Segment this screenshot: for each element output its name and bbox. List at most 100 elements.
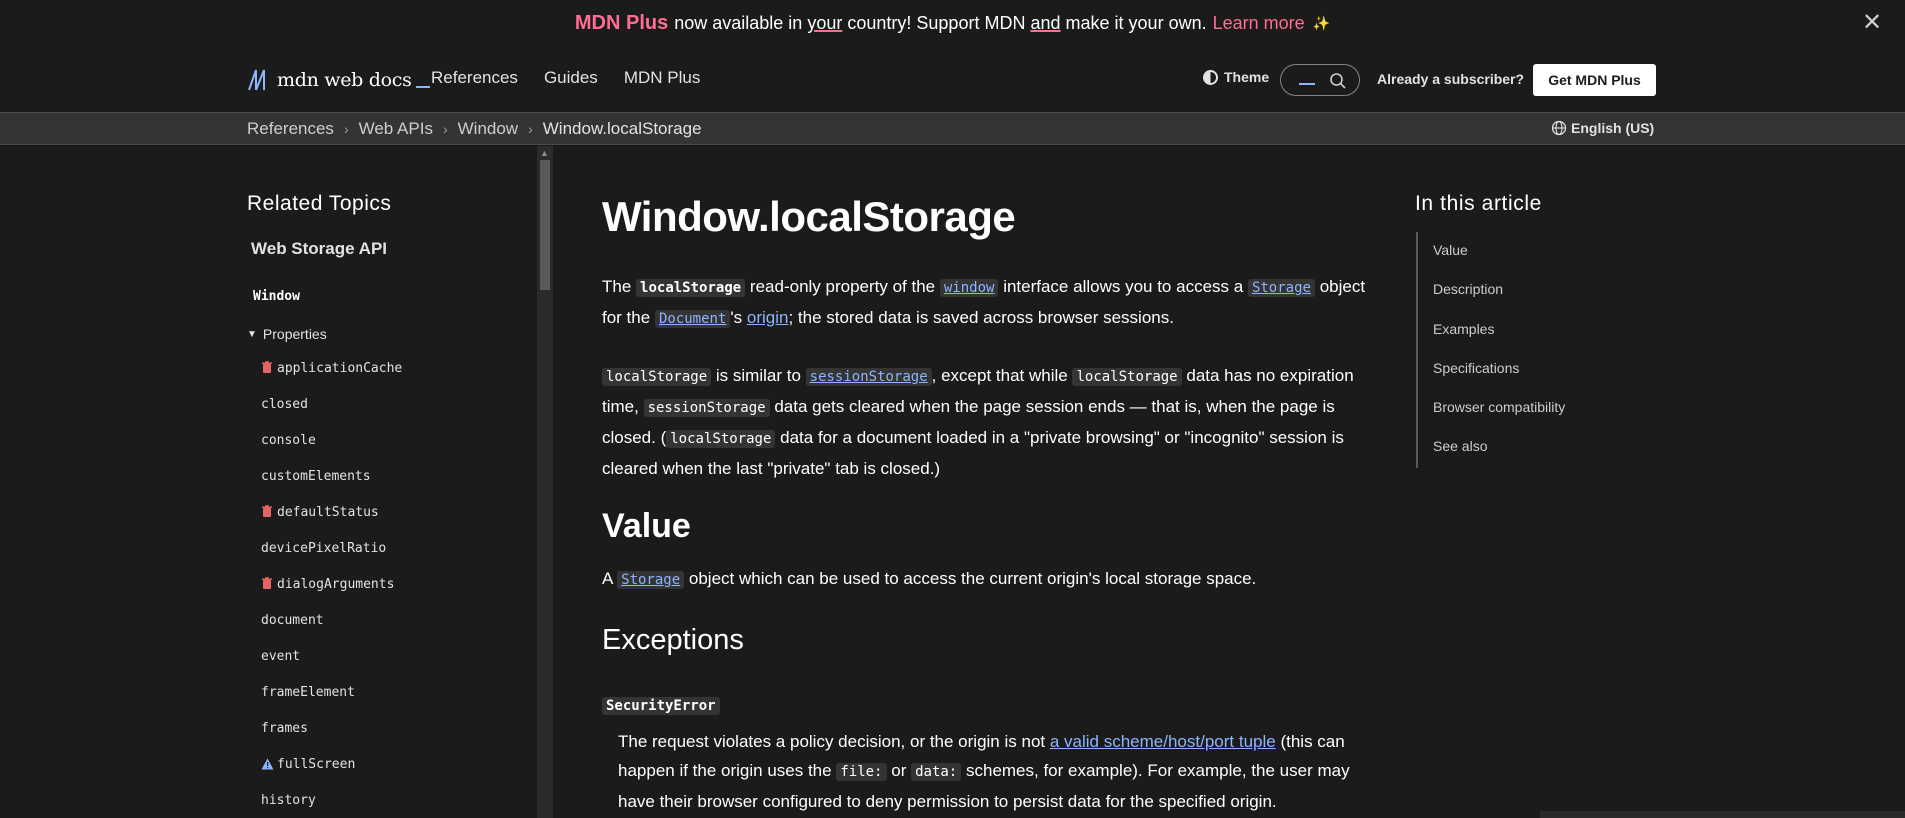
sidebar-item-frames[interactable]: frames xyxy=(261,721,402,757)
toc-item-specifications[interactable]: Specifications xyxy=(1433,360,1565,399)
breadcrumb-references[interactable]: References xyxy=(247,119,334,139)
toc-item-see-also[interactable]: See also xyxy=(1433,438,1565,477)
sidebar-scrollbar[interactable]: ▲ xyxy=(537,146,553,818)
horizontal-scrollbar[interactable] xyxy=(1540,811,1905,818)
exception-term: SecurityError xyxy=(602,690,1372,721)
sidebar-item-label: applicationCache xyxy=(277,361,403,376)
learn-more-link[interactable]: Learn more xyxy=(1213,13,1305,34)
sidebar-item-document[interactable]: document xyxy=(261,613,402,649)
scrollbar-thumb[interactable] xyxy=(540,160,550,290)
sidebar-item-label: dialogArguments xyxy=(277,577,395,592)
sidebar-item-event[interactable]: event xyxy=(261,649,402,685)
breadcrumb-separator: › xyxy=(343,121,349,137)
sidebar-item-console[interactable]: console xyxy=(261,433,402,469)
exceptions-heading: Exceptions xyxy=(602,624,744,656)
toc-item-browser-compatibility[interactable]: Browser compatibility xyxy=(1433,399,1565,438)
toc-rail xyxy=(1416,232,1418,468)
origin-link[interactable]: origin xyxy=(747,308,789,327)
toc-item-examples[interactable]: Examples xyxy=(1433,321,1565,360)
sidebar-item-fullscreen[interactable]: fullScreen xyxy=(261,757,402,793)
theme-icon xyxy=(1203,69,1218,85)
document-link[interactable]: Document xyxy=(654,310,731,328)
triangle-down-icon: ▼ xyxy=(247,328,257,340)
storage-link[interactable]: Storage xyxy=(617,571,685,589)
page-title: Window.localStorage xyxy=(602,193,1016,240)
trash-icon xyxy=(261,361,275,376)
intro-paragraph: The localStorage read-only property of t… xyxy=(602,277,1366,328)
nav-references[interactable]: References xyxy=(431,68,518,88)
breadcrumb-window[interactable]: Window xyxy=(458,119,518,139)
breadcrumb-separator: › xyxy=(528,121,533,137)
sidebar-item-label: defaultStatus xyxy=(277,505,379,520)
get-mdn-plus-button[interactable]: Get MDN Plus xyxy=(1533,64,1656,96)
sidebar-item-closed[interactable]: closed xyxy=(261,397,402,433)
language-label: English (US) xyxy=(1571,120,1655,136)
sidebar-item-frameelement[interactable]: frameElement xyxy=(261,685,402,721)
warning-icon xyxy=(261,757,275,772)
sidebar-item-label: document xyxy=(261,613,324,628)
breadcrumb-bar: References › Web APIs › Window › Window.… xyxy=(0,112,1905,145)
mdn-logo[interactable]: mdn web docs xyxy=(247,67,430,93)
code-sessionstorage: sessionStorage xyxy=(643,399,770,417)
breadcrumb-current[interactable]: Window.localStorage xyxy=(543,119,702,139)
related-topics-title: Related Topics xyxy=(247,192,392,215)
value-heading: Value xyxy=(602,507,691,545)
comparison-paragraph: localStorage is similar to sessionStorag… xyxy=(602,366,1354,478)
sparkle-icon: ✨ xyxy=(1312,15,1331,31)
logo-cursor xyxy=(415,86,430,88)
toc-item-value[interactable]: Value xyxy=(1433,242,1565,281)
sidebar-section-web-storage-api[interactable]: Web Storage API xyxy=(251,239,387,259)
nav-mdn-plus[interactable]: MDN Plus xyxy=(624,68,701,88)
sidebar-item-dialogarguments[interactable]: dialogArguments xyxy=(261,577,402,613)
sidebar-item-devicepixelratio[interactable]: devicePixelRatio xyxy=(261,541,402,577)
code-localstorage: localStorage xyxy=(1072,368,1182,386)
exception-description: The request violates a policy decision, … xyxy=(618,732,1350,811)
banner-text: now available in your country! Support M… xyxy=(674,13,1207,33)
scheme-host-port-link[interactable]: a valid scheme/host/port tuple xyxy=(1050,732,1276,751)
globe-icon xyxy=(1551,120,1567,136)
theme-switcher[interactable]: Theme xyxy=(1203,69,1269,85)
sidebar: Related Topics Web Storage API Window ▼ … xyxy=(0,146,537,818)
sessionstorage-link[interactable]: sessionStorage xyxy=(805,368,932,386)
toc-item-description[interactable]: Description xyxy=(1433,281,1565,320)
sidebar-properties-toggle[interactable]: ▼ Properties xyxy=(247,326,327,342)
sidebar-item-applicationcache[interactable]: applicationCache xyxy=(261,361,402,397)
toc-list: Value Description Examples Specification… xyxy=(1433,242,1565,478)
scroll-up-icon[interactable]: ▲ xyxy=(540,148,549,158)
search-input[interactable] xyxy=(1280,64,1360,96)
sidebar-item-label: frames xyxy=(261,721,308,736)
sidebar-item-window[interactable]: Window xyxy=(253,289,300,304)
language-switcher[interactable]: English (US) xyxy=(1551,120,1654,136)
mdn-logo-icon xyxy=(248,69,265,91)
trash-icon xyxy=(261,577,275,592)
sidebar-item-label: closed xyxy=(261,397,308,412)
trash-icon xyxy=(261,505,275,520)
code-data: data: xyxy=(911,763,962,781)
announcement-banner: MDN Plus now available in your country! … xyxy=(0,0,1905,47)
value-paragraph: A Storage object which can be used to ac… xyxy=(602,569,1257,589)
sidebar-properties-label: Properties xyxy=(262,326,327,342)
sidebar-item-defaultstatus[interactable]: defaultStatus xyxy=(261,505,402,541)
main-nav: References Guides MDN Plus xyxy=(431,68,726,88)
sidebar-item-label: devicePixelRatio xyxy=(261,541,387,556)
code-localstorage: localStorage xyxy=(666,430,776,448)
search-icon[interactable] xyxy=(1329,72,1347,90)
sidebar-item-label: customElements xyxy=(261,469,371,484)
storage-link[interactable]: Storage xyxy=(1247,279,1315,297)
already-subscriber-link[interactable]: Already a subscriber? xyxy=(1377,71,1524,87)
close-icon: ✕ xyxy=(1861,9,1883,36)
code-localstorage: localStorage xyxy=(636,279,746,297)
toc-title: In this article xyxy=(1415,192,1542,215)
code-securityerror: SecurityError xyxy=(602,697,720,715)
nav-guides[interactable]: Guides xyxy=(544,68,598,88)
logo-text: mdn web docs xyxy=(277,69,412,91)
sidebar-item-label: event xyxy=(261,649,301,664)
sidebar-item-label: frameElement xyxy=(261,685,355,700)
sidebar-properties-list: applicationCache closed console customEl… xyxy=(261,361,402,818)
code-localstorage: localStorage xyxy=(602,368,712,386)
window-link[interactable]: window xyxy=(939,279,999,297)
close-banner-button[interactable]: ✕ xyxy=(1859,10,1885,36)
breadcrumb-web-apis[interactable]: Web APIs xyxy=(359,119,433,139)
sidebar-item-history[interactable]: history xyxy=(261,793,402,818)
sidebar-item-customelements[interactable]: customElements xyxy=(261,469,402,505)
